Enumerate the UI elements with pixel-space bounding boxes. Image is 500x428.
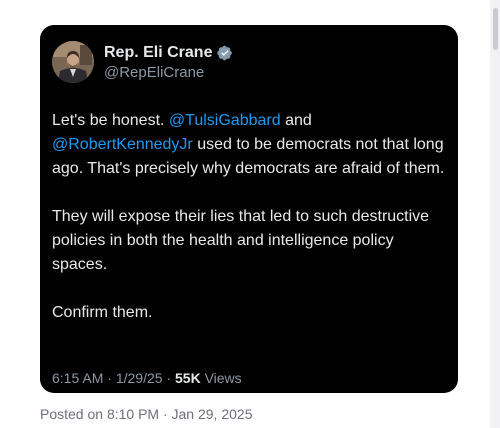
author-name-text: Rep. Eli Crane xyxy=(104,44,213,61)
page: Rep. Eli Crane @RepEliCrane Let's be hon… xyxy=(0,0,500,428)
tweet-date[interactable]: 1/29/25 xyxy=(116,370,163,386)
author-handle[interactable]: @RepEliCrane xyxy=(104,64,204,81)
meta-separator: · xyxy=(103,370,116,386)
mention-robert-kennedy-jr[interactable]: @RobertKennedyJr xyxy=(52,136,193,153)
paragraph-1-pre: Let's be honest. xyxy=(52,112,169,129)
author-name[interactable]: Rep. Eli Crane xyxy=(104,44,233,62)
tweet-paragraph-2: They will expose their lies that led to … xyxy=(52,208,430,273)
mention-tulsi-gabbard[interactable]: @TulsiGabbard xyxy=(169,112,281,129)
verified-badge-icon xyxy=(217,45,233,61)
tweet-paragraph-1: Let's be honest. @TulsiGabbard and @Robe… xyxy=(52,109,448,181)
paragraph-1-mid: and xyxy=(280,112,312,129)
scrollbar-track[interactable] xyxy=(490,0,500,428)
scrollbar-thumb[interactable] xyxy=(493,8,498,50)
views-label: Views xyxy=(200,370,242,386)
avatar-image xyxy=(52,41,94,83)
tweet-body: Let's be honest. @TulsiGabbard and @Robe… xyxy=(52,109,448,349)
tweet-paragraph-3: Confirm them. xyxy=(52,304,153,321)
tweet-card[interactable]: Rep. Eli Crane @RepEliCrane Let's be hon… xyxy=(40,25,458,393)
tweet-meta: 6:15 AM · 1/29/25 · 55K Views xyxy=(52,370,242,386)
posted-on-caption: Posted on 8:10 PM · Jan 29, 2025 xyxy=(40,406,253,422)
meta-separator: · xyxy=(162,370,175,386)
tweet-time[interactable]: 6:15 AM xyxy=(52,370,103,386)
avatar[interactable] xyxy=(52,41,94,83)
views-count[interactable]: 55K xyxy=(175,370,201,386)
